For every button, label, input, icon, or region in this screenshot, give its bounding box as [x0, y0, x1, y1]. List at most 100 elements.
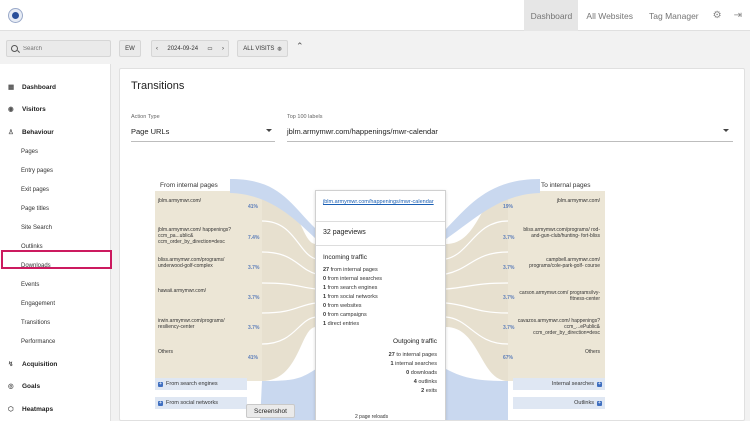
incoming-line: 0 from campaigns	[323, 312, 367, 318]
nav-all-websites[interactable]: All Websites	[578, 0, 641, 31]
sidebar-goals[interactable]: ◎ Goals	[8, 382, 41, 391]
count: 2	[421, 388, 425, 394]
pageviews-count: 32 pageviews	[323, 229, 366, 236]
card-divider	[316, 221, 445, 222]
collapse-icon[interactable]: ⌃	[296, 41, 304, 52]
row-label: From social networks	[166, 400, 218, 406]
logo-mark	[12, 12, 19, 19]
count: 27	[388, 352, 395, 358]
outgoing-line: 4 outlinks	[414, 379, 437, 385]
sidebar-label: Goals	[22, 382, 41, 390]
right-node-pct: 3.7%	[503, 265, 515, 271]
logout-icon[interactable]: ⇥	[728, 0, 750, 31]
sidebar-behaviour[interactable]: ♙ Behaviour	[8, 128, 54, 137]
left-node-pct: 41%	[248, 204, 259, 210]
date-label: 2024-09-24	[167, 45, 199, 52]
sidebar-item-performance[interactable]: Performance	[21, 339, 55, 345]
search-input[interactable]	[23, 45, 103, 52]
row-label: From search engines	[166, 381, 218, 387]
left-node[interactable]: jblm.armymwr.com/ happenings?ccm_pa...ub…	[155, 225, 247, 247]
top-bar: Dashboard All Websites Tag Manager ⚙ ⇥	[0, 0, 750, 31]
sidebar-label: Behaviour	[22, 128, 54, 136]
sidebar-visitors[interactable]: ◉ Visitors	[8, 105, 46, 114]
right-node[interactable]: carson.armymwr.com/ programs/ivy-fitness…	[513, 288, 603, 304]
left-node[interactable]: hawaii.armymwr.com/	[155, 286, 247, 296]
from-search-engines-row[interactable]: + From search engines	[155, 378, 247, 390]
dashboard-icon: ▦	[8, 84, 15, 91]
sidebar-heatmaps[interactable]: ⬡ Heatmaps	[8, 405, 53, 414]
from-social-networks-row[interactable]: + From social networks	[155, 397, 247, 409]
left-node-others[interactable]: Others	[155, 347, 247, 357]
transitions-highlight	[1, 250, 112, 269]
left-node[interactable]: jblm.armymwr.com/	[155, 196, 247, 206]
right-node-pct: 19%	[503, 204, 514, 210]
card-divider	[316, 245, 445, 246]
right-node-others[interactable]: Others	[513, 347, 603, 357]
outgoing-traffic-title: Outgoing traffic	[393, 338, 437, 345]
count: 0	[406, 370, 410, 376]
search-box[interactable]	[6, 40, 111, 57]
internal-searches-row[interactable]: Internal searches +	[513, 378, 605, 390]
count: 1	[323, 294, 327, 300]
row-label: Internal searches	[551, 381, 594, 387]
desc: direct entries	[327, 321, 360, 327]
right-node[interactable]: jblm.armymwr.com/	[513, 196, 603, 206]
sidebar-item-transitions[interactable]: Transitions	[21, 320, 50, 326]
sidebar-item-events[interactable]: Events	[21, 282, 39, 288]
sidebar-item-page-titles[interactable]: Page titles	[21, 206, 49, 212]
nav-dashboard[interactable]: Dashboard	[524, 0, 579, 31]
right-node[interactable]: cavazos.armymwr.com/ happenings?ccm_...e…	[513, 316, 603, 338]
desc: to internal pages	[396, 352, 437, 358]
sidebar-item-site-search[interactable]: Site Search	[21, 225, 52, 231]
sidebar-item-entry-pages[interactable]: Entry pages	[21, 168, 53, 174]
incoming-line: 1 direct entries	[323, 321, 359, 327]
sidebar-item-exit-pages[interactable]: Exit pages	[21, 187, 49, 193]
row-label: Outlinks	[574, 400, 594, 406]
right-node-pct: 3.7%	[503, 325, 515, 331]
next-date-icon[interactable]: ›	[222, 46, 224, 52]
desc: internal searches	[395, 361, 437, 367]
count: 1	[323, 285, 327, 291]
search-icon	[11, 45, 18, 52]
gear-icon[interactable]: ⚙	[707, 0, 728, 31]
left-node-pct: 3.7%	[248, 265, 260, 271]
left-flow-beige	[262, 191, 316, 381]
sidebar-label: Acquisition	[22, 360, 58, 368]
count: 0	[323, 276, 327, 282]
right-node-pct: 3.7%	[503, 235, 515, 241]
left-node-pct: 41%	[248, 355, 259, 361]
top-nav: Dashboard All Websites Tag Manager ⚙ ⇥	[524, 0, 750, 31]
date-selector[interactable]: ‹ 2024-09-24 ▭ ›	[151, 40, 229, 57]
count: 4	[413, 379, 417, 385]
incoming-line: 0 from websites	[323, 303, 362, 309]
sidebar-item-pages[interactable]: Pages	[21, 149, 38, 155]
incoming-line: 27 from internal pages	[323, 267, 378, 273]
desc: exits	[425, 388, 437, 394]
period-button[interactable]: EW	[119, 40, 141, 57]
sidebar-acquisition[interactable]: ↯ Acquisition	[8, 360, 58, 369]
left-node-pct: 7.4%	[248, 235, 260, 241]
outgoing-line: 1 internal searches	[391, 361, 437, 367]
segment-selector[interactable]: ALL VISITS ◍	[237, 40, 288, 57]
sidebar-dashboard[interactable]: ▦ Dashboard	[8, 83, 56, 92]
outgoing-line: 2 exits	[421, 388, 437, 394]
outlinks-row[interactable]: Outlinks +	[513, 397, 605, 409]
prev-date-icon[interactable]: ‹	[156, 46, 158, 52]
incoming-line: 1 from search engines	[323, 285, 377, 291]
plus-icon: +	[597, 399, 602, 406]
page-url-link[interactable]: jblm.armymwr.com/happenings/mwr-calendar	[323, 199, 438, 206]
plus-icon: +	[158, 380, 163, 387]
right-node[interactable]: campbell.armymwr.com/ programs/cole-park…	[513, 255, 603, 271]
sidebar-item-engagement[interactable]: Engagement	[21, 301, 55, 307]
left-node[interactable]: irwin.armymwr.com/programs/ resiliency-c…	[155, 316, 247, 332]
desc: downloads	[410, 370, 437, 376]
screenshot-button[interactable]: Screenshot	[246, 404, 295, 418]
nav-tag-manager[interactable]: Tag Manager	[641, 0, 707, 31]
behaviour-icon: ♙	[8, 129, 14, 136]
count: 1	[390, 361, 394, 367]
calendar-icon: ▭	[207, 45, 213, 52]
from-internal-header: From internal pages	[160, 182, 218, 189]
left-node[interactable]: bliss.armymwr.com/programs/ underwood-go…	[155, 255, 247, 271]
logo-icon[interactable]	[8, 8, 23, 23]
right-node[interactable]: bliss.armymwr.com/programs/ rod-and-gun-…	[513, 225, 603, 241]
